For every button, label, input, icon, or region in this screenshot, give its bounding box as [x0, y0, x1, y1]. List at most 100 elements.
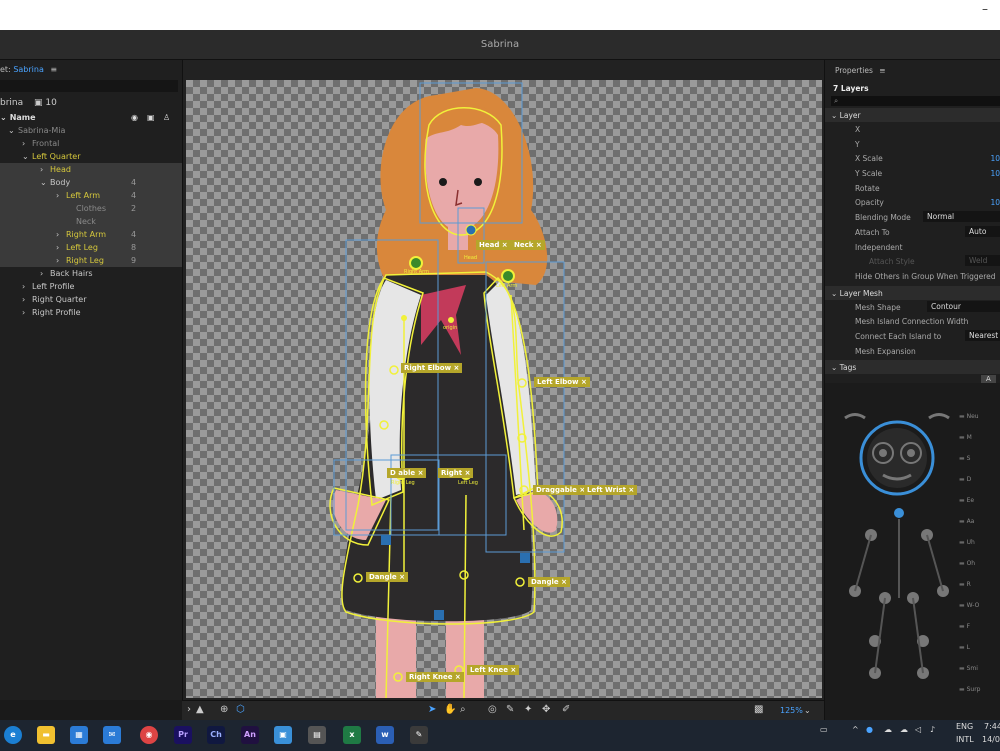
clock-date[interactable]: 14/04 [982, 735, 1000, 744]
tags-tab-a[interactable]: A [981, 375, 996, 383]
clock-time[interactable]: 7:44 [984, 722, 1000, 731]
tag-right-elbow[interactable]: Right Elbow × [401, 363, 463, 373]
layer-row[interactable]: › Left Profile [0, 280, 182, 293]
properties-search-input[interactable]: ⌕ [831, 96, 1000, 106]
tag-right-leg[interactable]: Right × [438, 468, 474, 478]
expand-right-icon[interactable]: › [56, 230, 59, 239]
calculator-icon[interactable]: ▤ [308, 726, 326, 744]
mouth-tag[interactable]: ▬ R [959, 581, 971, 588]
mouth-tag[interactable]: ▬ Uh [959, 539, 975, 546]
layer-row[interactable]: › Right Leg 9 [0, 254, 182, 267]
sort-arrow-icon[interactable]: ⌄ [0, 113, 7, 122]
mesh-tool-icon[interactable]: ⬡ [236, 704, 245, 715]
onedrive-icon[interactable]: ☁ [900, 725, 908, 734]
tag-right-knee[interactable]: Right Knee × [406, 672, 464, 682]
attach-to-select[interactable]: Auto [965, 225, 1000, 237]
brush-tool-icon[interactable]: ✐ [562, 704, 570, 715]
menu-icon[interactable]: ≡ [50, 65, 57, 74]
expand-right-icon[interactable]: › [22, 295, 25, 304]
speaker-icon[interactable]: ♪ [930, 725, 935, 734]
network-icon[interactable]: ☁ [884, 725, 892, 734]
dangle-tool-icon[interactable]: ✎ [506, 704, 514, 715]
language-top[interactable]: ENG [956, 722, 973, 731]
store-icon[interactable]: ▦ [70, 726, 88, 744]
tag-left-elbow[interactable]: Left Elbow × [534, 377, 590, 387]
expand-right-icon[interactable]: › [56, 191, 59, 200]
mouth-tag[interactable]: ▬ L [959, 644, 970, 651]
layer-row[interactable]: › Left Leg 8 [0, 241, 182, 254]
rig-canvas[interactable]: Head × Neck × Right Elbow × Left Elbow ×… [186, 80, 822, 698]
task-view-icon[interactable]: ▭ [820, 725, 828, 734]
hand-tool-icon[interactable]: ✋ [444, 704, 456, 715]
layer-row[interactable]: › Frontal [0, 137, 182, 150]
zoom-tool-icon[interactable]: ⌕ [460, 704, 466, 715]
paint-icon[interactable]: ✎ [410, 726, 428, 744]
tag-dangle-left[interactable]: Dangle × [366, 572, 408, 582]
mouth-tag[interactable]: ▬ Oh [959, 560, 975, 567]
show-hidden-icons[interactable]: ^ [852, 725, 859, 734]
expand-down-icon[interactable]: ⌄ [22, 152, 29, 161]
layer-row[interactable]: ⌄ Sabrina-Mia [0, 124, 182, 137]
mouth-tag[interactable]: ▬ S [959, 455, 970, 462]
minimize-button[interactable]: – [982, 2, 988, 16]
checkerboard-icon[interactable]: ▩ [754, 704, 763, 715]
col-name[interactable]: Name [10, 113, 36, 122]
expand-down-icon[interactable]: ⌄ [8, 126, 15, 135]
pin-tool-icon[interactable]: ✦ [524, 704, 532, 715]
origin-tool-icon[interactable]: ◎ [488, 704, 497, 715]
prop-value[interactable]: 10 [990, 154, 1000, 163]
section-layer[interactable]: ⌄ Layer [825, 108, 1000, 122]
chrome-icon[interactable]: ◉ [140, 726, 158, 744]
volume-icon[interactable]: ◁ [915, 725, 921, 734]
character-animator-icon[interactable]: Ch [207, 726, 225, 744]
expand-icon[interactable]: › [187, 704, 191, 715]
layer-row[interactable]: Neck [0, 215, 182, 228]
layer-row[interactable]: › Right Arm 4 [0, 228, 182, 241]
puppet-root[interactable]: brina ▣ 10 [0, 92, 182, 110]
puppet-search-input[interactable] [0, 80, 178, 92]
expand-right-icon[interactable]: › [22, 282, 25, 291]
mouth-tag[interactable]: ▬ Surp [959, 686, 980, 693]
mail-icon[interactable]: ✉ [103, 726, 121, 744]
mouth-tag[interactable]: ▬ Aa [959, 518, 974, 525]
section-layer-mesh[interactable]: ⌄ Layer Mesh [825, 285, 1000, 300]
tag-neck[interactable]: Neck × [511, 240, 545, 250]
expand-right-icon[interactable]: › [40, 165, 43, 174]
animate-icon[interactable]: An [241, 726, 259, 744]
mouth-tag[interactable]: ▬ W-O [959, 602, 979, 609]
premiere-icon[interactable]: Pr [174, 726, 192, 744]
zoom-dropdown-icon[interactable]: ⌄ [804, 706, 811, 715]
layer-row[interactable]: › Right Quarter [0, 293, 182, 306]
edge-tray-icon[interactable]: ● [866, 725, 873, 734]
layer-row[interactable]: › Head [0, 163, 182, 176]
section-tags[interactable]: ⌄ Tags [825, 360, 1000, 375]
mouth-tag[interactable]: ▬ Ee [959, 497, 974, 504]
layer-row[interactable]: ⌄ Body 4 [0, 176, 182, 189]
tag-draggable-left[interactable]: D able × [387, 468, 427, 478]
excel-icon[interactable]: x [343, 726, 361, 744]
sticks-tool-icon[interactable]: ✥ [542, 704, 550, 715]
zoom-level[interactable]: 125% [780, 706, 803, 715]
tag-draggable-right[interactable]: Draggable × [533, 485, 589, 495]
expand-right-icon[interactable]: › [56, 243, 59, 252]
puppet-name[interactable]: Sabrina [13, 65, 44, 74]
mouth-tag[interactable]: ▬ M [959, 434, 972, 441]
edge-icon[interactable]: e [4, 726, 22, 744]
mouth-tag[interactable]: ▬ Neu [959, 413, 979, 420]
expand-right-icon[interactable]: › [22, 308, 25, 317]
word-icon[interactable]: w [376, 726, 394, 744]
attach-style-select[interactable]: Weld [965, 255, 1000, 267]
mouth-tag[interactable]: ▬ D [959, 476, 971, 483]
prop-value[interactable]: 10 [990, 198, 1000, 207]
photos-icon[interactable]: ▣ [274, 726, 292, 744]
select-tool-icon[interactable]: ➤ [428, 704, 436, 715]
connect-island-select[interactable]: Nearest [965, 329, 1000, 341]
tag-head[interactable]: Head × [476, 240, 511, 250]
layer-row[interactable]: Clothes 2 [0, 202, 182, 215]
mouth-tag[interactable]: ▬ F [959, 623, 970, 630]
tag-dangle-right[interactable]: Dangle × [528, 577, 570, 587]
expand-right-icon[interactable]: › [22, 139, 25, 148]
blending-mode-select[interactable]: Normal [923, 211, 1000, 223]
properties-menu-icon[interactable]: ≡ [879, 66, 885, 75]
mouth-tag[interactable]: ▬ Smi [959, 665, 978, 672]
